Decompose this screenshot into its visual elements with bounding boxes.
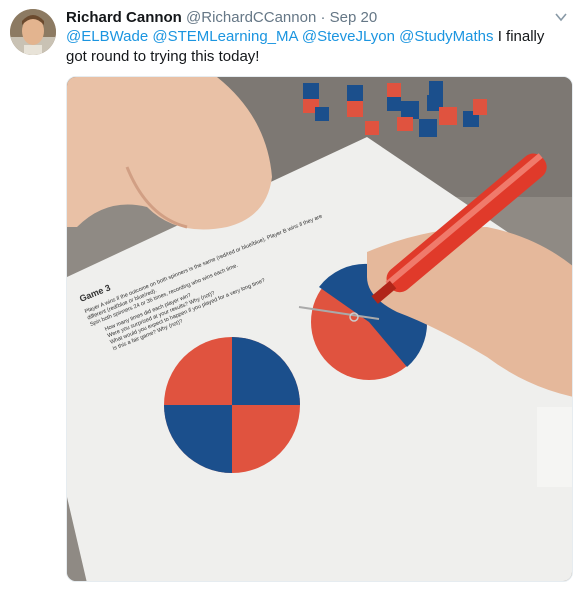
tweet-text: @ELBWade @STEMLearning_MA @SteveJLyon @S… — [66, 27, 546, 67]
author-handle[interactable]: @RichardCCannon — [186, 9, 316, 26]
photo-illustration: Game 3 Player A wins if the outcome on b… — [67, 77, 572, 581]
mention-link[interactable]: @STEMLearning_MA — [152, 28, 297, 45]
mention-link[interactable]: @StudyMaths — [399, 28, 493, 45]
chevron-down-icon[interactable] — [554, 10, 568, 24]
tweet-photo[interactable]: Game 3 Player A wins if the outcome on b… — [66, 76, 573, 582]
tweet-date[interactable]: Sep 20 — [330, 9, 378, 26]
large-spinner — [164, 337, 300, 473]
avatar-image — [10, 9, 56, 55]
header-separator: · — [320, 9, 326, 26]
tweet-header: Richard Cannon @RichardCCannon · Sep 20 — [66, 8, 570, 28]
avatar[interactable] — [10, 9, 56, 55]
author-name[interactable]: Richard Cannon — [66, 9, 182, 26]
mention-link[interactable]: @ELBWade — [66, 28, 148, 45]
mention-link[interactable]: @SteveJLyon — [302, 28, 395, 45]
